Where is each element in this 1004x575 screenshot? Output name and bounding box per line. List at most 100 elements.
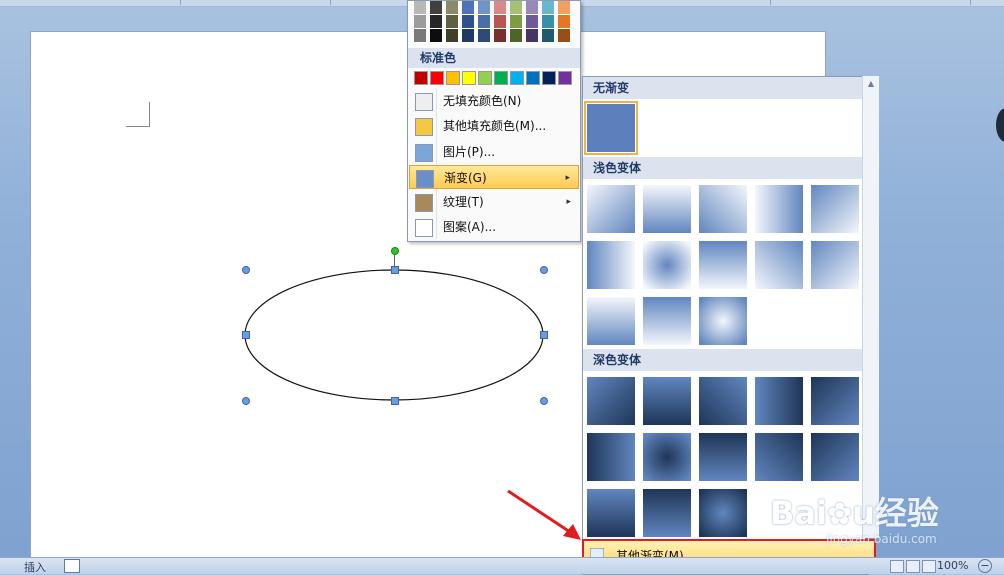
standard-color-swatch[interactable] — [542, 71, 556, 85]
color-swatch[interactable] — [430, 29, 442, 43]
gradient-swatch[interactable] — [643, 489, 691, 537]
fill-menu-item[interactable]: 纹理(T) ▸ — [409, 190, 579, 214]
color-swatch[interactable] — [414, 15, 426, 29]
resize-handle-top-left[interactable] — [242, 266, 250, 274]
gradient-swatch[interactable] — [587, 433, 635, 481]
color-swatch[interactable] — [510, 1, 522, 15]
color-swatch[interactable] — [558, 15, 570, 29]
standard-color-swatch[interactable] — [558, 71, 572, 85]
resize-handle-left[interactable] — [242, 331, 250, 339]
resize-handle-bottom[interactable] — [391, 397, 399, 405]
view-web-icon[interactable] — [890, 560, 904, 573]
gradient-swatch[interactable] — [587, 377, 635, 425]
color-swatch[interactable] — [462, 29, 474, 43]
color-swatch[interactable] — [430, 15, 442, 29]
color-swatch[interactable] — [462, 1, 474, 15]
gradient-swatch[interactable] — [699, 297, 747, 345]
gradient-swatch[interactable] — [699, 489, 747, 537]
standard-color-swatch[interactable] — [414, 71, 428, 85]
submenu-arrow-icon: ▸ — [565, 173, 570, 183]
gradient-swatch[interactable] — [811, 433, 859, 481]
color-swatch[interactable] — [542, 1, 554, 15]
ellipse-shape[interactable] — [240, 265, 550, 405]
status-bar: 插入 100% − — [0, 557, 1004, 574]
color-swatch[interactable] — [526, 1, 538, 15]
color-swatch[interactable] — [494, 1, 506, 15]
color-swatch[interactable] — [414, 29, 426, 43]
fill-menu-item[interactable]: 无填充颜色(N) — [409, 89, 579, 113]
dark-variations-heading: 深色变体 — [583, 349, 862, 371]
color-swatch[interactable] — [446, 15, 458, 29]
fill-menu-item-label: 图案(A)... — [443, 220, 497, 234]
color-swatch[interactable] — [446, 1, 458, 15]
color-swatch[interactable] — [526, 29, 538, 43]
gradient-swatch[interactable] — [755, 241, 803, 289]
standard-color-swatch[interactable] — [478, 71, 492, 85]
shade-column — [446, 1, 458, 43]
gallery-scrollbar[interactable]: ▲ — [862, 76, 879, 538]
color-swatch[interactable] — [478, 1, 490, 15]
color-swatch[interactable] — [430, 1, 442, 15]
gradient-swatch[interactable] — [643, 297, 691, 345]
gradient-swatch[interactable] — [699, 185, 747, 233]
standard-color-swatch[interactable] — [494, 71, 508, 85]
standard-color-swatch[interactable] — [526, 71, 540, 85]
shade-column — [558, 1, 570, 43]
gradient-swatch[interactable] — [643, 433, 691, 481]
color-swatch[interactable] — [526, 15, 538, 29]
resize-handle-right[interactable] — [540, 331, 548, 339]
color-swatch[interactable] — [558, 29, 570, 43]
gradient-swatch[interactable] — [699, 241, 747, 289]
gradient-swatch[interactable] — [643, 185, 691, 233]
standard-color-swatch[interactable] — [446, 71, 460, 85]
standard-color-swatch[interactable] — [510, 71, 524, 85]
gradient-swatch[interactable] — [643, 377, 691, 425]
gradient-swatch[interactable] — [755, 377, 803, 425]
gradient-swatch[interactable] — [699, 377, 747, 425]
zoom-level[interactable]: 100% — [937, 559, 968, 572]
gradient-swatch[interactable] — [587, 297, 635, 345]
gradient-swatch[interactable] — [755, 185, 803, 233]
standard-color-swatch[interactable] — [430, 71, 444, 85]
shade-column — [510, 1, 522, 43]
gradient-swatch[interactable] — [699, 433, 747, 481]
fill-menu-item[interactable]: 渐变(G) ▸ — [409, 165, 579, 189]
color-swatch[interactable] — [494, 29, 506, 43]
zoom-out-button[interactable]: − — [978, 559, 992, 573]
macro-record-icon[interactable] — [64, 559, 80, 573]
color-swatch[interactable] — [446, 29, 458, 43]
gradient-swatch[interactable] — [811, 377, 859, 425]
theme-color-shades — [412, 1, 576, 45]
color-swatch[interactable] — [542, 15, 554, 29]
fill-menu-item[interactable]: 图片(P)... — [409, 140, 579, 164]
fill-menu-item[interactable]: 图案(A)... — [409, 215, 579, 239]
gradient-swatch[interactable] — [587, 241, 635, 289]
color-swatch[interactable] — [510, 15, 522, 29]
color-swatch[interactable] — [558, 1, 570, 15]
fill-menu-item[interactable]: 其他填充颜色(M)... — [409, 114, 579, 138]
gradient-swatch[interactable] — [587, 489, 635, 537]
resize-handle-top-right[interactable] — [540, 266, 548, 274]
color-swatch[interactable] — [510, 29, 522, 43]
resize-handle-bottom-left[interactable] — [242, 397, 250, 405]
scroll-up-arrow-icon[interactable]: ▲ — [865, 78, 877, 90]
color-swatch[interactable] — [478, 15, 490, 29]
gradient-swatch[interactable] — [643, 241, 691, 289]
color-swatch[interactable] — [462, 15, 474, 29]
color-swatch[interactable] — [542, 29, 554, 43]
view-outline-icon[interactable] — [906, 560, 920, 573]
color-swatch[interactable] — [414, 1, 426, 15]
resize-handle-bottom-right[interactable] — [540, 397, 548, 405]
gradient-swatch[interactable] — [811, 185, 859, 233]
rotation-handle[interactable] — [391, 247, 399, 255]
color-swatch[interactable] — [494, 15, 506, 29]
shade-column — [414, 1, 426, 43]
resize-handle-top[interactable] — [391, 266, 399, 274]
gradient-swatch[interactable] — [755, 433, 803, 481]
standard-color-swatch[interactable] — [462, 71, 476, 85]
view-draft-icon[interactable] — [922, 560, 936, 573]
gradient-swatch[interactable] — [587, 185, 635, 233]
color-swatch[interactable] — [478, 29, 490, 43]
no-gradient-swatch[interactable] — [584, 101, 638, 155]
gradient-swatch[interactable] — [811, 241, 859, 289]
